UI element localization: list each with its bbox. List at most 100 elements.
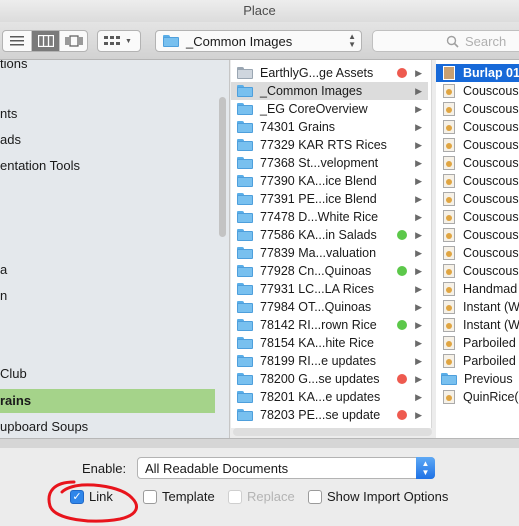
folder-row[interactable]: _EG CoreOverview ▶ — [231, 100, 428, 118]
folder-row[interactable]: 78203 PE...se update ▶ — [231, 406, 428, 424]
template-checkbox[interactable]: Template — [143, 489, 215, 504]
file-row[interactable]: Handmad — [436, 280, 519, 298]
sidebar-item[interactable]: tions — [0, 60, 27, 76]
column-view-button[interactable] — [31, 31, 59, 51]
cover-flow-view-button[interactable] — [59, 31, 87, 51]
sidebar-item[interactable]: Club — [0, 362, 27, 386]
file-row[interactable]: Couscous — [436, 190, 519, 208]
enable-select-value: All Readable Documents — [145, 461, 289, 476]
chevron-right-icon: ▶ — [415, 337, 422, 348]
folder-row[interactable]: 77984 OT...Quinoas ▶ — [231, 298, 428, 316]
location-label: _Common Images — [186, 33, 293, 49]
image-file-icon — [443, 318, 455, 332]
folder-row[interactable]: EarthlyG...ge Assets ▶ — [231, 64, 428, 82]
folder-row[interactable]: 77839 Ma...valuation ▶ — [231, 244, 428, 262]
file-name: Couscous — [463, 192, 519, 206]
folder-icon — [237, 193, 253, 205]
file-name: Instant (W — [463, 318, 519, 332]
image-file-icon — [443, 174, 455, 188]
file-row[interactable]: Couscous — [436, 118, 519, 136]
sidebar-item[interactable]: rains — [0, 389, 215, 413]
folder-row[interactable]: 77329 KAR RTS Rices ▶ — [231, 136, 428, 154]
folder-icon — [237, 139, 253, 151]
location-popup[interactable]: _Common Images ▲ ▼ — [155, 30, 362, 52]
file-row[interactable]: Burlap 01 — [436, 64, 519, 82]
checkbox-box — [228, 489, 242, 504]
search-field[interactable]: Search — [372, 30, 519, 52]
file-row[interactable]: Couscous — [436, 226, 519, 244]
folder-icon — [237, 229, 253, 241]
chevron-right-icon: ▶ — [415, 85, 422, 96]
show-import-options-label: Show Import Options — [327, 489, 449, 504]
file-row[interactable]: Instant (W — [436, 298, 519, 316]
folder-row[interactable]: 77391 PE...ice Blend ▶ — [231, 190, 428, 208]
image-file-icon — [443, 246, 455, 260]
show-import-options-checkbox[interactable]: Show Import Options — [308, 489, 448, 504]
color-tag-dot — [397, 266, 407, 276]
folder-row[interactable]: 77368 St...velopment ▶ — [231, 154, 428, 172]
folder-name: 78203 PE...se update — [260, 408, 381, 422]
folder-row[interactable]: _Common Images ▶ — [231, 82, 428, 100]
folder-row[interactable]: 77390 KA...ice Blend ▶ — [231, 172, 428, 190]
image-file-icon — [443, 156, 455, 170]
file-row[interactable]: Couscous — [436, 208, 519, 226]
file-row[interactable]: Couscous — [436, 154, 519, 172]
file-name: Couscous — [463, 264, 519, 278]
arrange-popup[interactable]: ▼ — [97, 30, 141, 52]
sidebar-item[interactable]: entation Tools — [0, 154, 80, 178]
folder-row[interactable]: 77931 LC...LA Rices ▶ — [231, 280, 428, 298]
file-name: Couscous — [463, 156, 519, 170]
sidebar-item[interactable]: ads — [0, 128, 21, 152]
folder-name: 77984 OT...Quinoas — [260, 300, 372, 314]
folder-row[interactable]: 78142 RI...rown Rice ▶ — [231, 316, 428, 334]
panel-divider[interactable] — [0, 438, 519, 448]
file-row[interactable]: QuinRice( — [436, 388, 519, 406]
sidebar-item[interactable]: upboard Soups — [0, 415, 88, 438]
file-row[interactable]: Couscous — [436, 136, 519, 154]
horizontal-scrollbar[interactable] — [233, 428, 432, 436]
chevron-right-icon: ▶ — [415, 193, 422, 204]
folder-row[interactable]: 78199 RI...e updates ▶ — [231, 352, 428, 370]
file-row[interactable]: Couscous — [436, 82, 519, 100]
list-view-button[interactable] — [3, 31, 31, 51]
image-file-icon — [443, 354, 455, 368]
folder-name: 77839 Ma...valuation — [260, 246, 377, 260]
checkbox-box — [143, 489, 157, 504]
file-row[interactable]: Couscous — [436, 262, 519, 280]
folder-row[interactable]: 78154 KA...hite Rice ▶ — [231, 334, 428, 352]
file-row[interactable]: Instant (W — [436, 316, 519, 334]
folder-icon — [237, 103, 253, 115]
chevron-right-icon: ▶ — [415, 157, 422, 168]
folder-name: 77478 D...White Rice — [260, 210, 379, 224]
folder-row[interactable]: 77928 Cn...Quinoas ▶ — [231, 262, 428, 280]
sidebar-scrollbar[interactable] — [219, 97, 226, 237]
chevron-right-icon: ▶ — [415, 409, 422, 420]
image-file-icon — [443, 120, 455, 134]
view-mode-control — [2, 30, 88, 52]
file-row[interactable]: Previous — [436, 370, 519, 388]
folder-name: 77931 LC...LA Rices — [260, 282, 374, 296]
sidebar-item[interactable]: n — [0, 284, 7, 308]
enable-select[interactable]: All Readable Documents ▲ ▼ — [137, 457, 435, 479]
file-row[interactable]: Parboiled — [436, 334, 519, 352]
red-circle-annotation — [47, 480, 138, 523]
folder-row[interactable]: 78200 G...se updates ▶ — [231, 370, 428, 388]
file-row[interactable]: Couscous — [436, 172, 519, 190]
file-row[interactable]: Couscous — [436, 244, 519, 262]
image-file-icon — [443, 210, 455, 224]
chevron-right-icon: ▶ — [415, 67, 422, 78]
folder-row[interactable]: 77586 KA...in Salads ▶ — [231, 226, 428, 244]
file-name: Couscous — [463, 120, 519, 134]
file-row[interactable]: Parboiled — [436, 352, 519, 370]
folder-icon — [237, 409, 253, 421]
sidebar-item[interactable]: nts — [0, 102, 17, 126]
folder-row[interactable]: 77478 D...White Rice ▶ — [231, 208, 428, 226]
chevron-right-icon: ▶ — [415, 247, 422, 258]
folder-row[interactable]: 78201 KA...e updates ▶ — [231, 388, 428, 406]
sidebar-item[interactable]: a — [0, 258, 7, 282]
file-row[interactable]: Couscous — [436, 100, 519, 118]
folder-row[interactable]: 74301 Grains ▶ — [231, 118, 428, 136]
cover-flow-icon — [64, 35, 83, 47]
folder-icon — [237, 121, 253, 133]
file-name: Parboiled — [463, 354, 516, 368]
